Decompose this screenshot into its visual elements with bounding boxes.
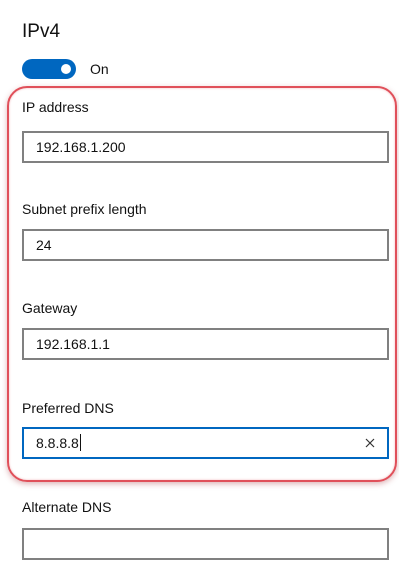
gateway-value: 192.168.1.1 xyxy=(36,336,110,352)
ip-address-value: 192.168.1.200 xyxy=(36,139,126,155)
ipv4-toggle-switch[interactable] xyxy=(22,59,76,79)
ip-address-field[interactable]: 192.168.1.200 xyxy=(22,131,389,163)
preferred-dns-value: 8.8.8.8 xyxy=(36,435,79,451)
toggle-knob xyxy=(61,64,71,74)
subnet-prefix-length-value: 24 xyxy=(36,237,52,253)
preferred-dns-value-wrap: 8.8.8.8 xyxy=(36,429,81,457)
preferred-dns-label: Preferred DNS xyxy=(22,400,114,416)
clear-preferred-dns-button[interactable] xyxy=(359,432,381,454)
gateway-label: Gateway xyxy=(22,300,78,316)
subnet-prefix-length-label: Subnet prefix length xyxy=(22,201,147,217)
alternate-dns-input[interactable] xyxy=(24,530,387,558)
ip-address-label: IP address xyxy=(22,99,89,115)
alternate-dns-label: Alternate DNS xyxy=(22,499,112,515)
subnet-prefix-length-field[interactable]: 24 xyxy=(22,229,389,261)
text-caret xyxy=(79,434,81,451)
preferred-dns-field[interactable]: 8.8.8.8 xyxy=(22,427,389,459)
toggle-state-label: On xyxy=(90,61,109,77)
section-title-ipv4: IPv4 xyxy=(22,21,61,42)
alternate-dns-field[interactable] xyxy=(22,528,389,560)
ipv4-toggle-row: On xyxy=(22,59,109,79)
gateway-field[interactable]: 192.168.1.1 xyxy=(22,328,389,360)
close-icon xyxy=(365,438,375,448)
